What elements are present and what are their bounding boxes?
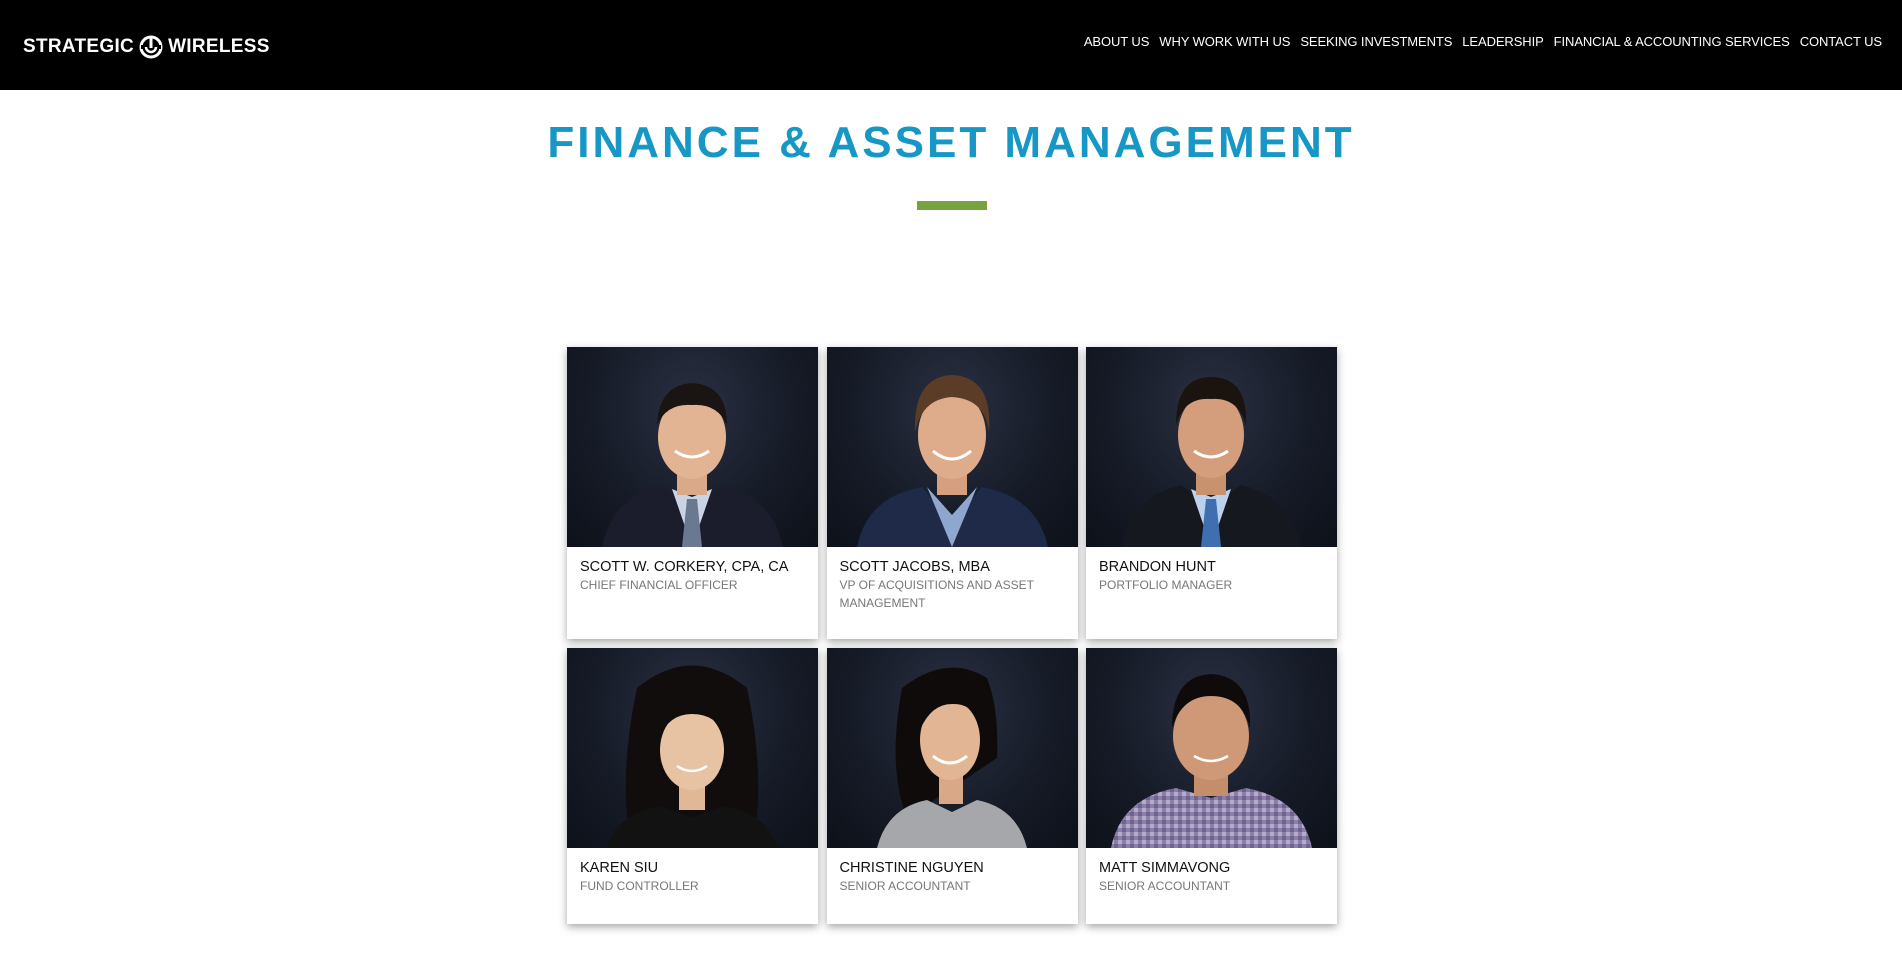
team-member-role: PORTFOLIO MANAGER (1099, 578, 1233, 592)
headshot-woman-grey-top (876, 667, 1027, 848)
team-member-role: SENIOR ACCOUNTANT (839, 879, 971, 893)
site-logo[interactable]: STRATEGIC WIRELESS (23, 30, 270, 64)
team-photo (1086, 347, 1337, 547)
team-member-name: SCOTT JACOBS, MBA (839, 559, 990, 575)
team-photo (1086, 648, 1337, 848)
team-member-role: VP OF ACQUISITIONS AND ASSET MANAGEMENT (839, 578, 1034, 610)
team-card[interactable]: MATT SIMMAVONG SENIOR ACCOUNTANT (1086, 648, 1337, 924)
nav-why-work-with-us[interactable]: WHY WORK WITH US (1159, 34, 1290, 49)
team-member-name: SCOTT W. CORKERY, CPA, CA (580, 559, 789, 575)
team-info: CHRISTINE NGUYEN SENIOR ACCOUNTANT (827, 848, 1078, 905)
team-member-role: SENIOR ACCOUNTANT (1099, 879, 1231, 893)
headshot-man-checkered-shirt (1111, 674, 1312, 848)
team-info: MATT SIMMAVONG SENIOR ACCOUNTANT (1086, 848, 1337, 905)
team-card[interactable]: BRANDON HUNT PORTFOLIO MANAGER (1086, 347, 1337, 639)
team-info: SCOTT JACOBS, MBA VP OF ACQUISITIONS AND… (827, 547, 1078, 622)
team-grid: SCOTT W. CORKERY, CPA, CA CHIEF FINANCIA… (567, 347, 1337, 924)
nav-financial-accounting-services[interactable]: FINANCIAL & ACCOUNTING SERVICES (1554, 34, 1790, 49)
strategic-wireless-mark-icon (139, 35, 163, 59)
team-info: BRANDON HUNT PORTFOLIO MANAGER (1086, 547, 1337, 604)
team-member-role: CHIEF FINANCIAL OFFICER (580, 578, 738, 592)
nav-leadership[interactable]: LEADERSHIP (1462, 34, 1543, 49)
team-member-name: BRANDON HUNT (1099, 559, 1216, 575)
logo-text-left: STRATEGIC (23, 36, 135, 57)
title-divider (917, 201, 987, 210)
team-member-name: MATT SIMMAVONG (1099, 860, 1231, 876)
team-card[interactable]: SCOTT W. CORKERY, CPA, CA CHIEF FINANCIA… (567, 347, 818, 639)
team-photo (826, 347, 1078, 547)
team-card[interactable]: KAREN SIU FUND CONTROLLER (567, 648, 818, 924)
team-member-name: KAREN SIU (580, 860, 659, 876)
headshot-man-dark-suit-striped-tie (602, 383, 783, 547)
team-member-name: CHRISTINE NGUYEN (839, 860, 984, 876)
team-card[interactable]: CHRISTINE NGUYEN SENIOR ACCOUNTANT (826, 648, 1078, 924)
main-nav: ABOUT US WHY WORK WITH US SEEKING INVEST… (1084, 34, 1882, 49)
team-info: KAREN SIU FUND CONTROLLER (567, 848, 818, 905)
headshot-man-navy-blazer-open-collar (856, 375, 1048, 547)
logo-text-right: WIRELESS (168, 36, 270, 57)
headshot-man-dark-suit-blue-tie (1121, 377, 1302, 547)
team-member-role: FUND CONTROLLER (580, 879, 699, 893)
nav-contact-us[interactable]: CONTACT US (1800, 34, 1882, 49)
site-header: STRATEGIC WIRELESS ABOUT US WHY WORK WIT… (0, 0, 1902, 90)
team-photo (567, 347, 818, 547)
team-card[interactable]: SCOTT JACOBS, MBA VP OF ACQUISITIONS AND… (826, 347, 1078, 639)
page-title: FINANCE & ASSET MANAGEMENT (547, 118, 1355, 167)
team-photo (567, 648, 818, 848)
nav-seeking-investments[interactable]: SEEKING INVESTMENTS (1300, 34, 1452, 49)
team-photo (826, 648, 1078, 848)
headshot-woman-black-top (607, 665, 778, 848)
team-info: SCOTT W. CORKERY, CPA, CA CHIEF FINANCIA… (567, 547, 818, 604)
nav-about-us[interactable]: ABOUT US (1084, 34, 1150, 49)
